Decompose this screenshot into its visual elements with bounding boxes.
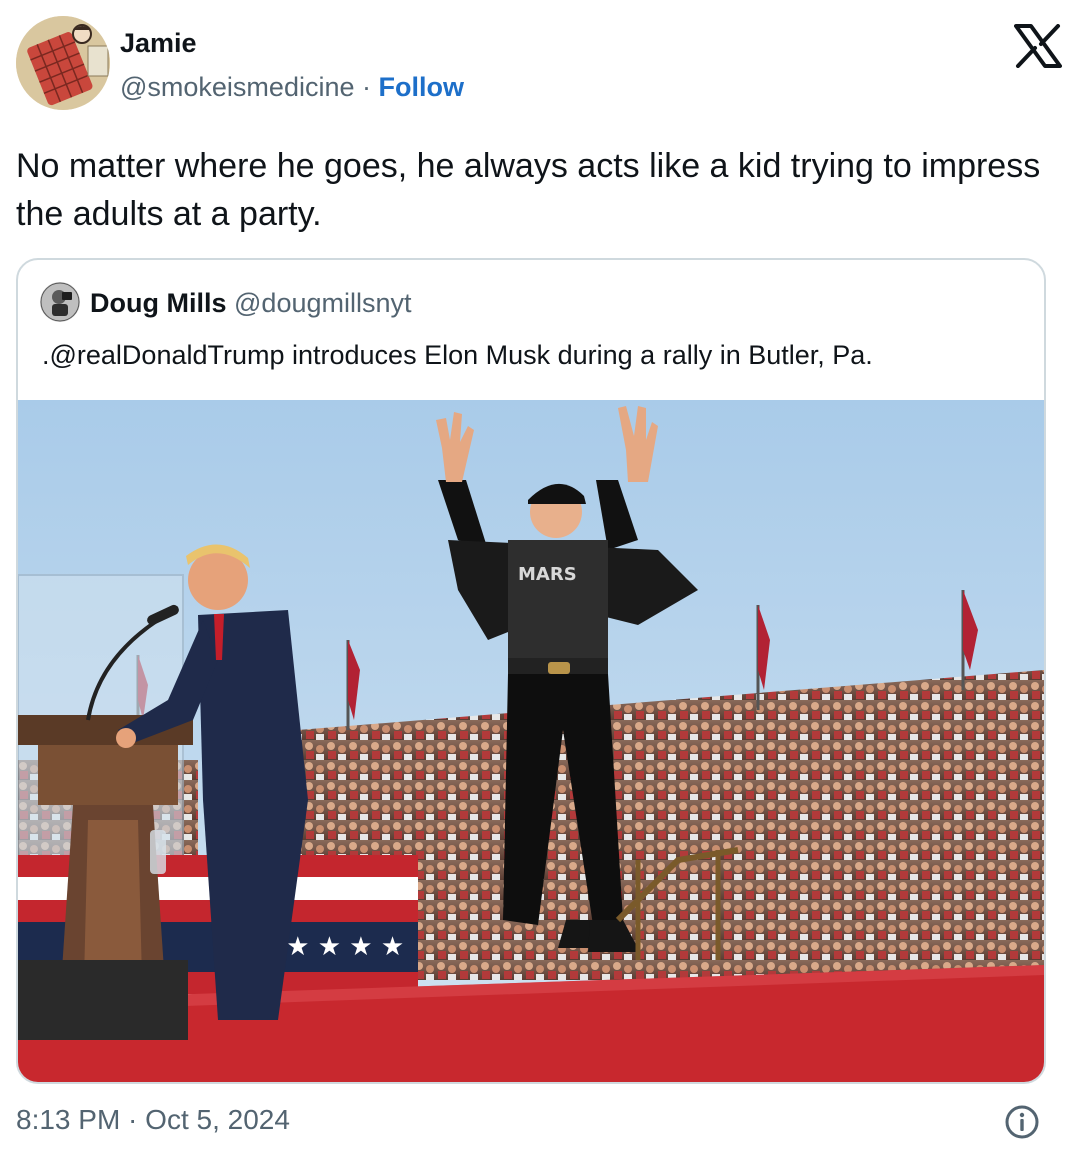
author-avatar[interactable] bbox=[16, 16, 110, 110]
author-handle-row: @smokeismedicine · Follow bbox=[120, 72, 464, 103]
camera-person-avatar-icon bbox=[40, 282, 80, 322]
shirt-text: MARS bbox=[518, 564, 577, 585]
avatar-illustration-icon bbox=[16, 16, 110, 110]
quoted-tweet-card[interactable]: Doug Mills @dougmillsnyt .@realDonaldTru… bbox=[16, 258, 1046, 1084]
quoted-handle[interactable]: @dougmillsnyt bbox=[234, 288, 411, 318]
follow-button[interactable]: Follow bbox=[378, 72, 463, 102]
quoted-author-row: Doug Mills @dougmillsnyt bbox=[90, 288, 412, 319]
quoted-author-avatar[interactable] bbox=[40, 282, 80, 322]
quoted-tweet-text: .@realDonaldTrump introduces Elon Musk d… bbox=[42, 340, 873, 370]
tweet-timestamp[interactable]: 8:13 PM · Oct 5, 2024 bbox=[16, 1104, 290, 1136]
info-icon[interactable] bbox=[1004, 1104, 1040, 1140]
quoted-display-name[interactable]: Doug Mills bbox=[90, 288, 227, 318]
tweet-text: No matter where he goes, he always acts … bbox=[16, 147, 1041, 233]
separator-dot: · bbox=[354, 72, 379, 102]
author-display-name[interactable]: Jamie bbox=[120, 28, 197, 59]
author-handle[interactable]: @smokeismedicine bbox=[120, 72, 354, 102]
x-logo-icon[interactable] bbox=[1014, 24, 1062, 68]
rally-photo[interactable]: ★ ★ ★ ★ ★ ★ MARS bbox=[18, 400, 1044, 1084]
tweet-header: Jamie @smokeismedicine · Follow bbox=[16, 16, 1062, 116]
